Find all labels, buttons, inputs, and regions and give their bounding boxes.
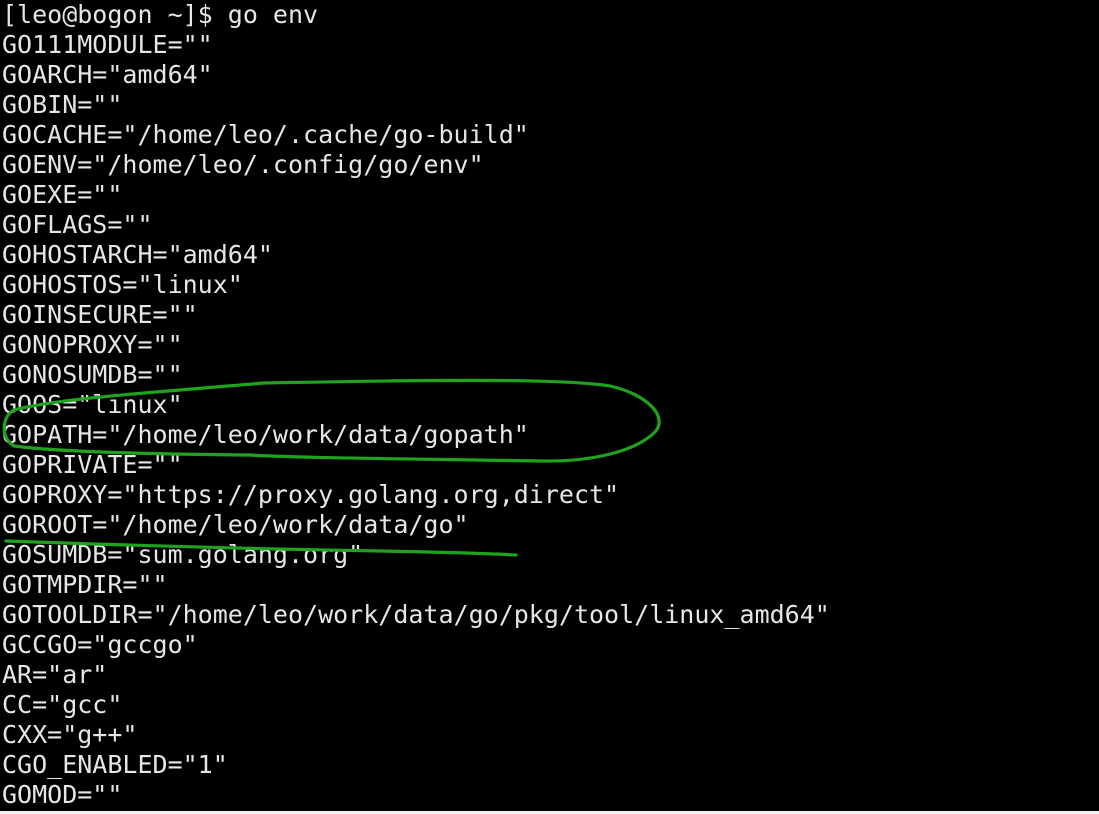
env-line-goenv: GOENV="/home/leo/.config/go/env" bbox=[2, 150, 484, 179]
env-line-cc: CC="gcc" bbox=[2, 690, 123, 719]
env-line-goflags: GOFLAGS="" bbox=[2, 210, 153, 239]
env-line-goproxy: GOPROXY="https://proxy.golang.org,direct… bbox=[2, 480, 620, 509]
env-line-gonosumdb: GONOSUMDB="" bbox=[2, 360, 183, 389]
env-line-gohostos: GOHOSTOS="linux" bbox=[2, 270, 243, 299]
env-line-cxx: CXX="g++" bbox=[2, 720, 138, 749]
env-line-goinsecure: GOINSECURE="" bbox=[2, 300, 198, 329]
command-prompt-line: [leo@bogon ~]$ go env bbox=[2, 0, 319, 29]
env-line-goos: GOOS="linux" bbox=[2, 390, 183, 419]
env-line-gotooldir: GOTOOLDIR="/home/leo/work/data/go/pkg/to… bbox=[2, 600, 830, 629]
env-line-gccgo: GCCGO="gccgo" bbox=[2, 630, 198, 659]
env-line-ar: AR="ar" bbox=[2, 660, 108, 689]
env-line-gonoproxy: GONOPROXY="" bbox=[2, 330, 183, 359]
env-line-goprivate: GOPRIVATE="" bbox=[2, 450, 183, 479]
env-line-go111module: GO111MODULE="" bbox=[2, 30, 213, 59]
env-line-gomod: GOMOD="" bbox=[2, 780, 123, 809]
env-line-gocache: GOCACHE="/home/leo/.cache/go-build" bbox=[2, 120, 529, 149]
env-line-gotmpdir: GOTMPDIR="" bbox=[2, 570, 168, 599]
env-line-gohostarch: GOHOSTARCH="amd64" bbox=[2, 240, 273, 269]
env-line-gobin: GOBIN="" bbox=[2, 90, 123, 119]
env-line-goarch: GOARCH="amd64" bbox=[2, 60, 213, 89]
env-line-cgo-enabled: CGO_ENABLED="1" bbox=[2, 750, 228, 779]
env-line-goexe: GOEXE="" bbox=[2, 180, 123, 209]
env-line-gosumdb: GOSUMDB="sum.golang.org" bbox=[2, 540, 364, 569]
terminal-output: [leo@bogon ~]$ go env GO111MODULE="" GOA… bbox=[2, 0, 830, 810]
terminal-window[interactable]: [leo@bogon ~]$ go env GO111MODULE="" GOA… bbox=[0, 0, 1099, 811]
env-line-goroot: GOROOT="/home/leo/work/data/go" bbox=[2, 510, 469, 539]
env-line-gopath: GOPATH="/home/leo/work/data/gopath" bbox=[2, 420, 529, 449]
